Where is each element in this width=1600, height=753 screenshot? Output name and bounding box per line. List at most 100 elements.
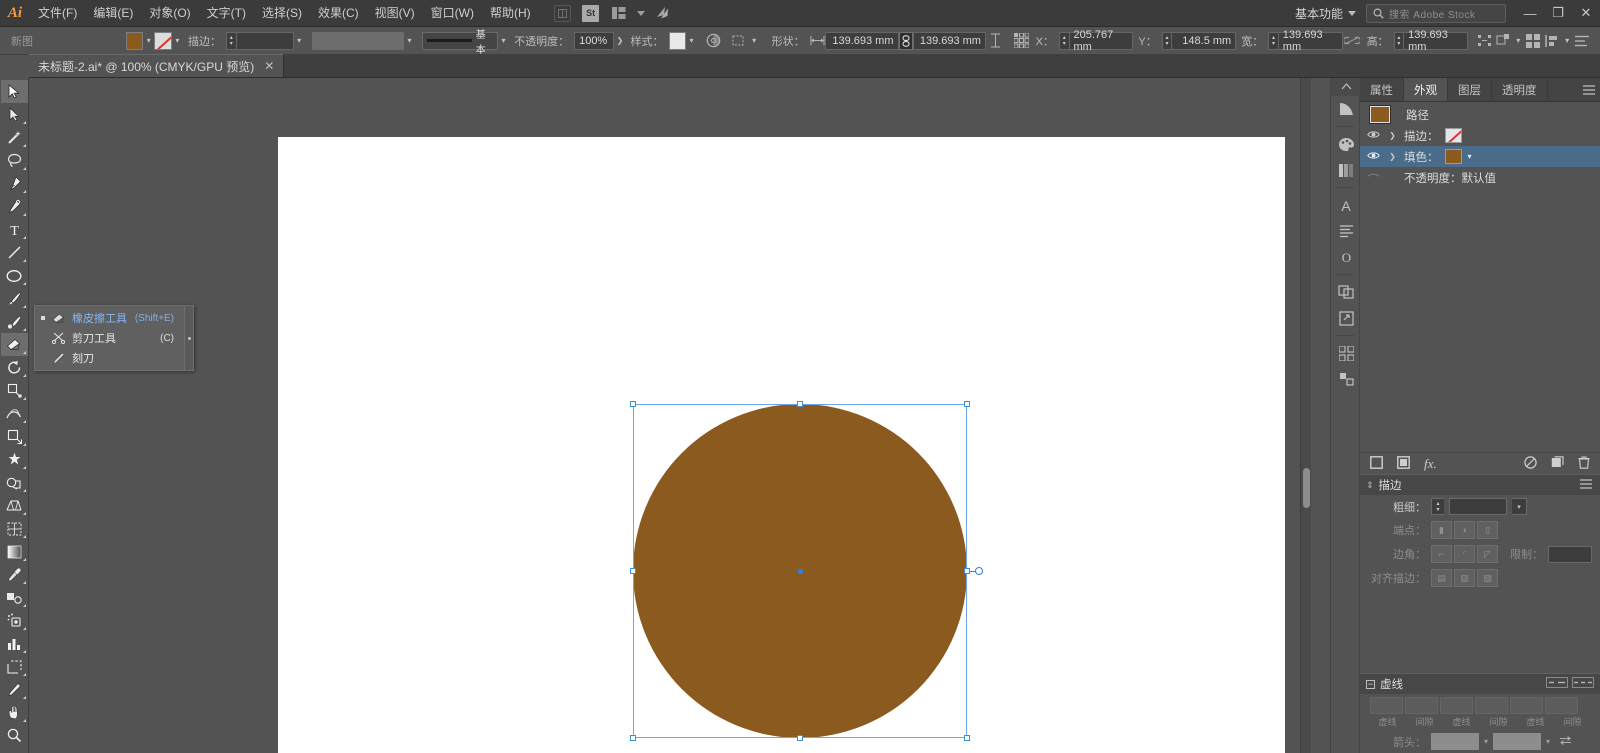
handle-top-right[interactable] bbox=[964, 401, 970, 407]
dash-input-3[interactable] bbox=[1510, 697, 1543, 714]
dash-input-2[interactable] bbox=[1440, 697, 1473, 714]
graphic-style-swatch[interactable] bbox=[668, 31, 686, 50]
corner-miter-button[interactable]: ⌐ bbox=[1431, 545, 1452, 563]
column-graph-tool[interactable] bbox=[1, 632, 28, 655]
more-options-icon[interactable] bbox=[1573, 31, 1592, 51]
rail-export-icon[interactable] bbox=[1331, 305, 1361, 331]
handle-bottom-right[interactable] bbox=[964, 735, 970, 741]
cap-round-button[interactable]: ◖ bbox=[1454, 521, 1475, 539]
eraser-tool[interactable] bbox=[0, 333, 28, 356]
slice-tool[interactable] bbox=[1, 678, 28, 701]
direct-selection-tool[interactable] bbox=[1, 103, 28, 126]
eyedropper-tool[interactable] bbox=[1, 563, 28, 586]
align-stroke-center-button[interactable]: ▤ bbox=[1431, 569, 1452, 587]
fill-swatch-chevron-down-icon[interactable]: ▾ bbox=[1468, 152, 1472, 161]
panel-options-menu-icon[interactable] bbox=[1578, 78, 1600, 101]
stroke-weight-field-stepper[interactable]: ▴ ▾ bbox=[1431, 498, 1444, 515]
dashed-line-header[interactable]: − 虚线 bbox=[1360, 673, 1600, 694]
fill-expand-chevron-icon[interactable]: ❯ bbox=[1387, 152, 1398, 161]
stroke-weight-chevron-down-icon[interactable]: ▾ bbox=[294, 32, 305, 50]
transform-options-icon[interactable] bbox=[730, 31, 749, 51]
ellipse-tool[interactable] bbox=[1, 264, 28, 287]
arrowhead-end-select[interactable] bbox=[1493, 733, 1542, 750]
arrange-documents-icon[interactable] bbox=[606, 2, 632, 24]
appearance-fill-row[interactable]: ❯ 填色： ▾ bbox=[1360, 146, 1600, 167]
home-screen-icon[interactable] bbox=[650, 2, 676, 24]
flyout-item-scissors-tool[interactable]: 剪刀工具 (C) bbox=[35, 328, 184, 348]
align-chevron-down-icon[interactable]: ▾ bbox=[1513, 32, 1524, 50]
tab-layers[interactable]: 图层 bbox=[1448, 78, 1492, 101]
shape-height-input[interactable]: 139.693 mm bbox=[912, 31, 986, 50]
canvas-vertical-scrollbar[interactable] bbox=[1300, 78, 1311, 753]
opacity-visibility-eye-icon[interactable] bbox=[1366, 172, 1381, 184]
menu-view[interactable]: 视图(V) bbox=[367, 0, 423, 27]
brush-definition-preview[interactable]: 基本 bbox=[421, 30, 498, 56]
arrange-chevron-icon[interactable]: ▾ bbox=[1562, 32, 1573, 50]
style-chevron-down-icon[interactable]: ▾ bbox=[686, 32, 697, 50]
handle-middle-left[interactable] bbox=[630, 568, 636, 574]
blend-tool[interactable] bbox=[1, 586, 28, 609]
flyout-tearoff-handle[interactable] bbox=[184, 306, 193, 370]
appearance-stroke-swatch[interactable] bbox=[1444, 128, 1462, 143]
scale-tool[interactable] bbox=[1, 379, 28, 402]
appearance-stroke-row[interactable]: ❯ 描边： bbox=[1360, 125, 1600, 146]
y-position-input[interactable]: 148.5 mm bbox=[1171, 31, 1237, 50]
document-tab[interactable]: 未标题-2.ai* @ 100% (CMYK/GPU 预览) ✕ bbox=[29, 54, 285, 77]
stroke-color-swatch[interactable] bbox=[154, 31, 172, 50]
window-restore-button[interactable]: ❐ bbox=[1544, 0, 1572, 27]
gradient-tool[interactable] bbox=[1, 540, 28, 563]
dash-input-1[interactable] bbox=[1370, 697, 1403, 714]
cap-projecting-button[interactable]: ▯ bbox=[1477, 521, 1498, 539]
window-minimize-button[interactable]: — bbox=[1516, 0, 1544, 27]
line-segment-tool[interactable] bbox=[1, 241, 28, 264]
arrowhead-start-chevron-down-icon[interactable]: ▾ bbox=[1484, 737, 1488, 746]
rail-pathfinder-icon[interactable] bbox=[1331, 279, 1361, 305]
arrowhead-start-select[interactable] bbox=[1431, 733, 1479, 750]
duplicate-item-icon[interactable] bbox=[1551, 455, 1564, 472]
handle-bottom-center[interactable] bbox=[797, 735, 803, 741]
stroke-panel-header[interactable]: ⇕ 描边 bbox=[1360, 474, 1600, 495]
rail-libraries-icon[interactable] bbox=[1331, 96, 1361, 122]
add-new-stroke-icon[interactable] bbox=[1370, 455, 1383, 472]
document-tab-close-icon[interactable]: ✕ bbox=[264, 59, 274, 73]
clear-appearance-icon[interactable] bbox=[1524, 455, 1537, 472]
tab-transparency[interactable]: 透明度 bbox=[1492, 78, 1548, 101]
live-shape-radius-widget[interactable] bbox=[975, 567, 983, 575]
stroke-panel-grip-icon[interactable]: ⇕ bbox=[1366, 480, 1374, 491]
menu-file[interactable]: 文件(F) bbox=[30, 0, 85, 27]
stroke-panel-menu-icon[interactable] bbox=[1580, 478, 1600, 492]
swap-arrowheads-icon[interactable] bbox=[1559, 735, 1572, 749]
arrange-chevron-down-icon[interactable] bbox=[634, 2, 648, 24]
corner-bevel-button[interactable]: ◸ bbox=[1477, 545, 1498, 563]
selection-tool[interactable] bbox=[0, 80, 28, 103]
handle-bottom-left[interactable] bbox=[630, 735, 636, 741]
align-distribute-icon[interactable] bbox=[1524, 31, 1543, 51]
shape-width-input[interactable]: 139.693 mm bbox=[825, 31, 899, 50]
gap-input-3[interactable] bbox=[1545, 697, 1578, 714]
gap-input-2[interactable] bbox=[1475, 697, 1508, 714]
perspective-grid-tool[interactable] bbox=[1, 494, 28, 517]
puppet-warp-tool[interactable] bbox=[1, 448, 28, 471]
align-stroke-outside-button[interactable]: ▧ bbox=[1477, 569, 1498, 587]
stroke-weight-field-chevron-down-icon[interactable]: ▾ bbox=[1512, 498, 1527, 515]
gap-input-1[interactable] bbox=[1405, 697, 1438, 714]
stroke-visibility-eye-icon[interactable] bbox=[1366, 130, 1381, 142]
mesh-tool[interactable] bbox=[1, 517, 28, 540]
add-new-effect-icon[interactable]: fx. bbox=[1424, 456, 1437, 472]
delete-item-icon[interactable] bbox=[1578, 455, 1590, 472]
eraser-tool-flyout-menu[interactable]: 橡皮擦工具 (Shift+E) 剪刀工具 (C) 刻刀 bbox=[34, 305, 194, 371]
transform-handles-icon[interactable] bbox=[1475, 31, 1494, 51]
rail-expand-icon[interactable] bbox=[1331, 78, 1361, 96]
width-tool[interactable] bbox=[1, 402, 28, 425]
tab-properties[interactable]: 属性 bbox=[1360, 78, 1404, 101]
artboard-tool[interactable] bbox=[1, 655, 28, 678]
hand-tool[interactable] bbox=[1, 701, 28, 724]
appearance-object-row[interactable]: 路径 bbox=[1360, 104, 1600, 125]
corner-round-button[interactable]: ◜ bbox=[1454, 545, 1475, 563]
lasso-tool[interactable] bbox=[1, 149, 28, 172]
width-stepper[interactable]: ▴ ▾ bbox=[1268, 31, 1278, 50]
magic-wand-tool[interactable] bbox=[1, 126, 28, 149]
height-stepper[interactable]: ▴ ▾ bbox=[1393, 31, 1404, 50]
handle-top-center[interactable] bbox=[797, 401, 803, 407]
rail-color-guide-icon[interactable] bbox=[1331, 157, 1361, 183]
